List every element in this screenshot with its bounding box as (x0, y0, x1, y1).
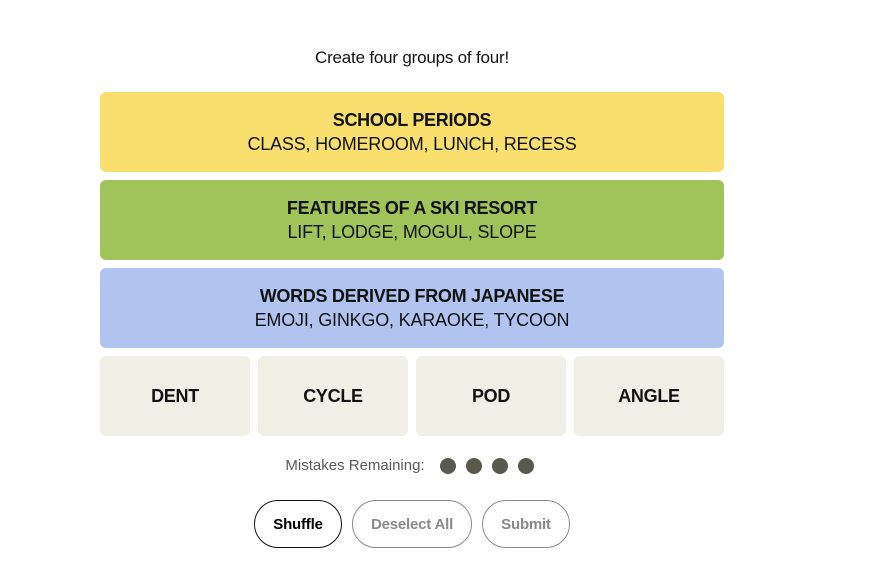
mistakes-label: Mistakes Remaining: (285, 457, 425, 474)
group-title: SCHOOL PERIODS (332, 110, 492, 130)
deselect-all-button[interactable]: Deselect All (352, 500, 472, 548)
shuffle-button[interactable]: Shuffle (254, 500, 342, 548)
mistakes-remaining: Mistakes Remaining: (0, 457, 824, 474)
solved-group-green: FEATURES OF A SKI RESORT LIFT, LODGE, MO… (100, 180, 724, 260)
word-tiles: DENT CYCLE POD ANGLE (100, 356, 724, 436)
word-tile[interactable]: POD (416, 356, 566, 436)
word-tile[interactable]: DENT (100, 356, 250, 436)
group-title: FEATURES OF A SKI RESORT (286, 198, 538, 218)
mistake-dot-icon (491, 457, 508, 474)
word-tile[interactable]: CYCLE (258, 356, 408, 436)
word-tile[interactable]: ANGLE (574, 356, 724, 436)
group-members: CLASS, HOMEROOM, LUNCH, RECESS (247, 134, 577, 154)
solved-group-yellow: SCHOOL PERIODS CLASS, HOMEROOM, LUNCH, R… (100, 92, 724, 172)
mistake-dot-icon (439, 457, 456, 474)
group-members: EMOJI, GINKGO, KARAOKE, TYCOON (254, 310, 570, 330)
group-members: LIFT, LODGE, MOGUL, SLOPE (287, 222, 537, 242)
solved-group-blue: WORDS DERIVED FROM JAPANESE EMOJI, GINKG… (100, 268, 724, 348)
mistake-dot-icon (517, 457, 534, 474)
instructions-text: Create four groups of four! (315, 48, 509, 67)
action-buttons: Shuffle Deselect All Submit (254, 500, 570, 548)
mistake-dot-icon (465, 457, 482, 474)
group-title: WORDS DERIVED FROM JAPANESE (259, 286, 565, 306)
game-board: SCHOOL PERIODS CLASS, HOMEROOM, LUNCH, R… (100, 92, 724, 436)
submit-button[interactable]: Submit (482, 500, 570, 548)
